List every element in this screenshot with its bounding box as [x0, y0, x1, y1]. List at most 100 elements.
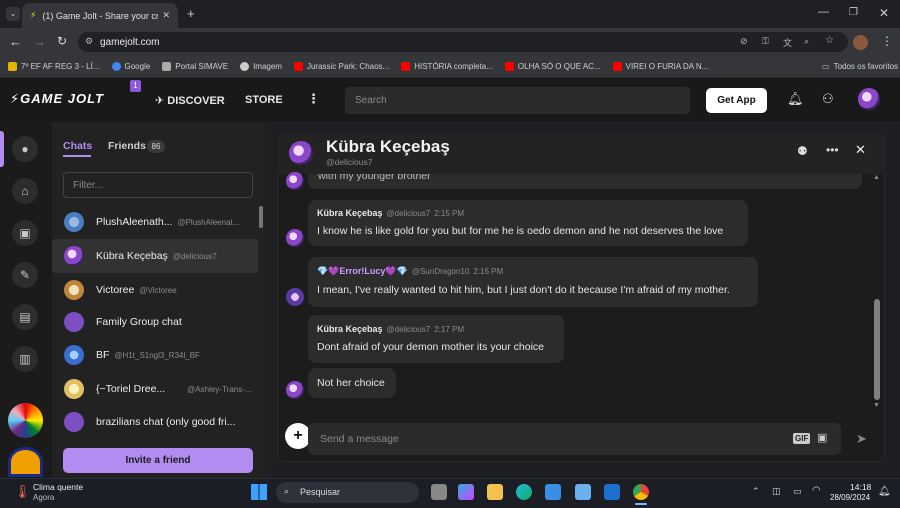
chat-item[interactable]: Victoree @Victoree: [52, 273, 258, 307]
chrome-active-underline: [635, 503, 647, 505]
bookmark-2[interactable]: Portal SIMAVE: [162, 62, 228, 71]
tab-close-icon[interactable]: ✕: [162, 10, 170, 21]
user-avatar[interactable]: [858, 88, 880, 110]
filter-input[interactable]: Filter...: [63, 172, 253, 198]
add-member-icon[interactable]: ⚉: [797, 144, 808, 158]
forward-icon[interactable]: →: [33, 34, 46, 49]
start-icon[interactable]: [251, 484, 267, 500]
all-favorites[interactable]: ▭ Todos os favoritos: [822, 62, 898, 71]
message-avatar[interactable]: [286, 229, 304, 247]
chrome-icon[interactable]: [633, 484, 649, 500]
reload-icon[interactable]: ↻: [57, 34, 67, 48]
get-app-button[interactable]: Get App: [706, 88, 767, 113]
back-icon[interactable]: ←: [9, 34, 22, 49]
chat-item[interactable]: BF @H1t_S1ngl3_R34l_BF: [52, 338, 258, 372]
password-key-icon[interactable]: ⚿: [762, 36, 769, 47]
chat-item[interactable]: Family Group chat: [52, 305, 258, 339]
gamejolt-logo[interactable]: ⚡GAME JOLT: [10, 91, 104, 107]
translate-icon[interactable]: 文: [783, 36, 792, 49]
bell-icon[interactable]: 🔔︎: [787, 91, 804, 107]
copilot-icon[interactable]: [458, 484, 474, 500]
account-avatar[interactable]: [853, 35, 868, 50]
message-bubble: [308, 200, 748, 246]
weather-subtitle: Agora: [33, 493, 55, 502]
browser-tab-strip: ⌄ ⚡ (1) Game Jolt - Share your crea ✕ + …: [0, 0, 900, 28]
chat-close-icon[interactable]: ✕: [855, 142, 866, 158]
tray-apps-icon[interactable]: ◫: [772, 486, 781, 497]
chat-avatar: [64, 345, 84, 365]
chat-item-selected[interactable]: Kübra Keçebaş @delicious7: [52, 239, 258, 273]
tab-chats[interactable]: Chats: [63, 140, 92, 152]
clock-time[interactable]: 14:18: [850, 482, 871, 492]
browser-menu-icon[interactable]: ⋮: [881, 34, 893, 48]
tray-chevron-icon[interactable]: ⌃: [752, 486, 760, 497]
tab-friends[interactable]: Friends: [108, 140, 146, 152]
gif-button[interactable]: GIF: [793, 433, 811, 444]
restore-icon[interactable]: ❐: [849, 7, 858, 18]
store-app-icon[interactable]: [545, 484, 561, 500]
edge-icon[interactable]: [516, 484, 532, 500]
tab-title: (1) Game Jolt - Share your crea: [42, 10, 159, 21]
tray-battery-icon[interactable]: ▭: [793, 486, 802, 497]
chat-item[interactable]: brazilians chat (only good fri...: [52, 405, 258, 439]
photos-icon[interactable]: [575, 484, 591, 500]
backpack-icon[interactable]: ▣: [12, 220, 38, 246]
search-input[interactable]: Search: [345, 87, 690, 114]
new-tab-icon[interactable]: +: [187, 6, 195, 21]
scroll-up-icon[interactable]: ▲: [873, 174, 880, 181]
store-link[interactable]: STORE: [245, 94, 283, 106]
chat-options-icon[interactable]: •••: [826, 143, 839, 157]
more-menu-icon[interactable]: ⋮: [307, 91, 320, 107]
task-view-icon[interactable]: [431, 484, 447, 500]
active-tab[interactable]: ⚡ (1) Game Jolt - Share your crea ✕: [22, 3, 178, 28]
bookmark-3[interactable]: Imagem: [240, 62, 282, 71]
bookmark-0[interactable]: 7º EF AF REG 3 - LÍ...: [8, 62, 100, 71]
window-close-icon[interactable]: ✕: [879, 6, 889, 20]
file-explorer-icon[interactable]: [487, 484, 503, 500]
message-avatar[interactable]: [286, 381, 304, 399]
bookmark-4[interactable]: Jurassic Park: Chaos...: [293, 62, 389, 71]
clock-date[interactable]: 28/09/2024: [830, 493, 870, 502]
weather-icon[interactable]: 🌡︎: [14, 484, 31, 500]
community-sonic-icon[interactable]: [8, 447, 43, 477]
store-icon[interactable]: ⌂: [12, 178, 38, 204]
quests-icon[interactable]: ✎: [12, 262, 38, 288]
scroll-down-icon[interactable]: ▼: [873, 402, 880, 409]
address-bar[interactable]: ⚙ gamejolt.com ⊘ ⚿ 文 ⌕ ☆: [78, 32, 848, 52]
send-icon[interactable]: ➤: [856, 431, 867, 447]
bookmark-7[interactable]: VIREI O FURIA DA N...: [612, 62, 708, 71]
mail-icon[interactable]: [604, 484, 620, 500]
zoom-icon[interactable]: ⌕: [804, 36, 809, 47]
chat-item[interactable]: {~Toriel Dree... @Ashley-Trans-...: [52, 372, 258, 406]
camera-blocked-icon[interactable]: ⊘: [740, 36, 748, 47]
bookmark-6[interactable]: OLHA SÓ O QUE AC...: [504, 62, 601, 71]
bookmark-5[interactable]: HISTÓRIA completa...: [401, 62, 493, 71]
message-avatar[interactable]: [286, 172, 304, 190]
messages-scrollbar-thumb[interactable]: [874, 299, 880, 400]
image-icon[interactable]: ▣: [817, 431, 827, 444]
notifications-icon[interactable]: 🔔︎: [878, 486, 891, 497]
minimize-icon[interactable]: —: [818, 6, 829, 18]
message-text: I know he is like gold for you but for m…: [317, 225, 724, 237]
community-pride-icon[interactable]: [8, 403, 43, 438]
message-input[interactable]: Send a message: [308, 423, 841, 455]
message-text: Not her choice: [317, 377, 385, 389]
message-avatar[interactable]: [286, 288, 304, 306]
lightning-icon: ⚡: [10, 91, 21, 106]
invite-friend-button[interactable]: Invite a friend: [63, 448, 253, 473]
tray-wifi-icon[interactable]: ◠: [812, 485, 821, 496]
chat-bubble-icon[interactable]: ●: [12, 136, 38, 162]
library-icon[interactable]: ▥: [12, 346, 38, 372]
discover-link[interactable]: ✈ DISCOVER: [155, 94, 225, 107]
taskbar-search[interactable]: ⌕ Pesquisar: [276, 482, 419, 503]
tab-search-icon[interactable]: ⌄: [6, 7, 20, 21]
bookmark-1[interactable]: Google: [111, 62, 150, 71]
friend-requests-icon[interactable]: ⚇: [822, 91, 834, 107]
site-info-icon[interactable]: ⚙: [85, 36, 93, 47]
chats-scrollbar[interactable]: [259, 206, 263, 228]
bookmark-star-icon[interactable]: ☆: [825, 35, 834, 46]
chat-avatar: [64, 280, 84, 300]
chat-item[interactable]: PlushAleenath... @PlushAleenat...: [52, 205, 258, 239]
inventory-icon[interactable]: ▤: [12, 304, 38, 330]
chat-header-avatar[interactable]: [289, 141, 313, 165]
